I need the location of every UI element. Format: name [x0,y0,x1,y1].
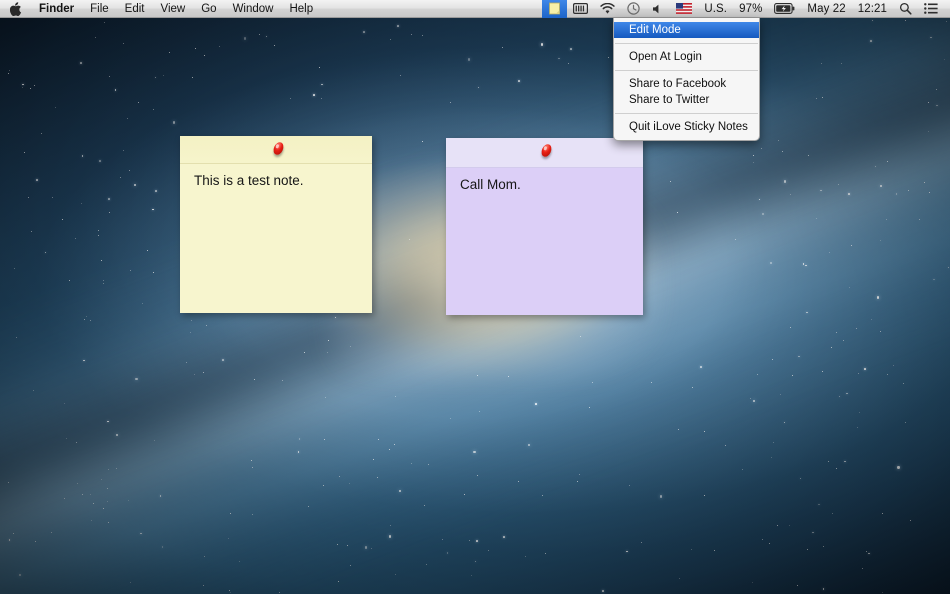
menu-view[interactable]: View [153,0,194,18]
menu-group-3: Share to Facebook Share to Twitter [614,74,759,110]
menu-group-2: Open At Login [614,47,759,67]
display-icon[interactable] [567,0,594,18]
menu-window[interactable]: Window [225,0,282,18]
notification-center-icon[interactable] [918,0,944,18]
menu-file[interactable]: File [82,0,117,18]
sticky-note-purple[interactable]: Call Mom. [446,138,643,315]
note-text[interactable]: Call Mom. [446,168,643,194]
apple-logo-icon[interactable] [0,0,31,18]
menu-item-open-at-login[interactable]: Open At Login [614,49,759,65]
note-header[interactable] [180,136,372,164]
wifi-icon[interactable] [594,0,621,18]
menu-separator [615,70,758,71]
us-flag-icon[interactable] [670,0,698,18]
input-source-label[interactable]: U.S. [698,0,733,18]
time-machine-clock-icon[interactable] [621,0,646,18]
menu-item-share-facebook[interactable]: Share to Facebook [614,76,759,92]
note-header[interactable] [446,138,643,168]
menu-group-4: Quit iLove Sticky Notes [614,117,759,137]
menu-help[interactable]: Help [281,0,321,18]
clock-label[interactable]: 12:21 [852,0,893,18]
sticky-note-icon[interactable] [542,0,568,18]
menu-item-quit[interactable]: Quit iLove Sticky Notes [614,119,759,135]
push-pin-icon[interactable] [539,142,554,159]
note-text[interactable]: This is a test note. [180,164,372,190]
menu-finder[interactable]: Finder [31,0,82,18]
menu-item-share-twitter[interactable]: Share to Twitter [614,92,759,108]
menu-item-edit-mode[interactable]: Edit Mode [614,22,759,38]
search-icon[interactable] [893,0,918,18]
menu-group-1: Edit Mode [614,20,759,40]
sticky-notes-dropdown-menu: Edit Mode Open At Login Share to Faceboo… [613,18,760,141]
volume-speaker-icon[interactable] [646,0,670,18]
menu-edit[interactable]: Edit [117,0,153,18]
battery-percent-label[interactable]: 97% [733,0,768,18]
menu-separator [615,113,758,114]
menu-go[interactable]: Go [193,0,224,18]
menu-bar-status-area: U.S. 97% May 22 12:21 [542,0,950,18]
menu-bar-left: Finder File Edit View Go Window Help [0,0,321,18]
battery-charging-icon[interactable] [768,0,801,18]
sticky-note-yellow[interactable]: This is a test note. [180,136,372,313]
push-pin-icon[interactable] [271,140,286,157]
date-label[interactable]: May 22 [801,0,851,18]
menu-bar: Finder File Edit View Go Window Help U.S… [0,0,950,18]
menu-separator [615,43,758,44]
